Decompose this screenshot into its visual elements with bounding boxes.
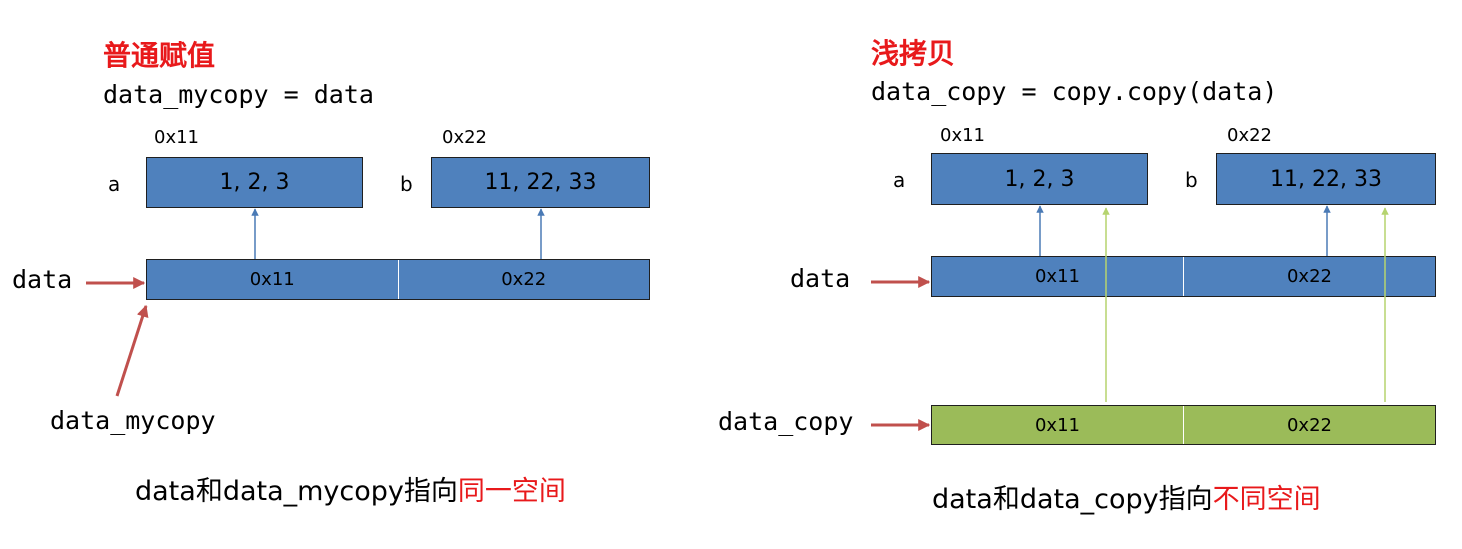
arrow-layer <box>86 205 1389 431</box>
left-copy-arrow <box>115 304 149 397</box>
